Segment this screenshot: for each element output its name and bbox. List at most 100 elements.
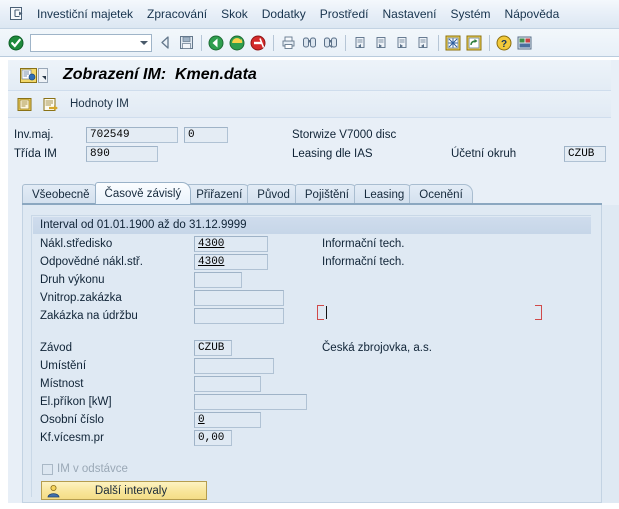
save-icon[interactable] bbox=[176, 33, 196, 53]
maintenance-order-label: Zakázka na údržbu bbox=[40, 310, 138, 322]
exit-icon[interactable] bbox=[227, 33, 247, 53]
room-field[interactable] bbox=[194, 376, 261, 392]
application-toolbar-label[interactable]: Hodnoty IM bbox=[70, 98, 129, 110]
transaction-icon[interactable] bbox=[19, 67, 37, 83]
location-label: Umístění bbox=[40, 360, 87, 372]
time-dependent-form: Interval od 01.01.1900 až do 31.12.9999 … bbox=[31, 215, 591, 500]
menu-label: Zpracování bbox=[147, 6, 208, 21]
internal-order-field[interactable] bbox=[194, 290, 284, 306]
field-value: 4300 bbox=[198, 238, 225, 250]
menu-item-prostredi[interactable]: Prostředí bbox=[313, 5, 376, 24]
menu-item-dodatky[interactable]: Dodatky bbox=[255, 5, 313, 24]
enter-icon[interactable] bbox=[6, 33, 26, 53]
create-session-icon[interactable] bbox=[443, 33, 463, 53]
page-title: Zobrazení IM: Kmen.data bbox=[63, 66, 257, 83]
internal-order-label: Vnitrop.zakázka bbox=[40, 292, 122, 304]
tab-label: Přiřazení bbox=[196, 188, 243, 201]
shift-factor-label: Kf.vícesm.pr bbox=[40, 432, 104, 444]
title-menu-arrow-icon[interactable] bbox=[38, 67, 48, 83]
inv-asset-field[interactable]: 702549 bbox=[86, 127, 178, 143]
back-green-icon[interactable] bbox=[206, 33, 226, 53]
company-code-field[interactable]: CZUB bbox=[564, 146, 606, 162]
asset-description-line2: Leasing dle IAS bbox=[292, 148, 373, 160]
panel-right-margin bbox=[602, 205, 619, 503]
tab-prirazeni[interactable]: Přiřazení bbox=[186, 184, 253, 204]
more-intervals-label: Další intervaly bbox=[94, 484, 168, 497]
personnel-number-field[interactable]: 0 bbox=[194, 412, 261, 428]
customize-local-layout-icon[interactable] bbox=[515, 33, 535, 53]
tab-casove-zavisly[interactable]: Časově závislý bbox=[94, 182, 192, 204]
system-toolbar: ? bbox=[0, 29, 619, 57]
tab-puvod[interactable]: Původ bbox=[247, 184, 300, 204]
interval-group-header: Interval od 01.01.1900 až do 31.12.9999 bbox=[40, 219, 247, 231]
menu-bar: Investiční majetek Zpracování Skok Dodat… bbox=[0, 0, 619, 29]
power-consumption-field[interactable] bbox=[194, 394, 307, 410]
command-field[interactable] bbox=[30, 33, 152, 52]
cost-center-description: Informační tech. bbox=[322, 238, 405, 250]
toolbar-separator bbox=[345, 34, 346, 51]
room-label: Místnost bbox=[40, 378, 84, 390]
create-shortcut-icon[interactable] bbox=[464, 33, 484, 53]
tab-label: Ocenění bbox=[419, 188, 463, 201]
help-icon[interactable]: ? bbox=[494, 33, 514, 53]
asset-description-line1: Storwize V7000 disc bbox=[292, 129, 397, 141]
menu-label: Systém bbox=[450, 6, 491, 21]
cancel-icon[interactable] bbox=[248, 33, 268, 53]
toolbar-separator bbox=[438, 34, 439, 51]
menu-item-nastaveni[interactable]: Nastavení bbox=[375, 5, 443, 24]
tab-vseobecne[interactable]: Všeobecně bbox=[22, 184, 100, 204]
menu-item-napoveda[interactable]: Nápověda bbox=[498, 5, 567, 24]
command-input[interactable] bbox=[31, 34, 135, 50]
tab-oceneni[interactable]: Ocenění bbox=[409, 184, 473, 204]
more-intervals-person-icon bbox=[44, 483, 62, 498]
print-icon[interactable] bbox=[278, 33, 298, 53]
menu-item-investicni-majetek[interactable]: Investiční majetek bbox=[30, 5, 140, 24]
find-next-icon[interactable] bbox=[320, 33, 340, 53]
chevron-down-icon[interactable] bbox=[140, 40, 148, 45]
find-icon[interactable] bbox=[299, 33, 319, 53]
tab-label: Časově závislý bbox=[104, 187, 182, 200]
window-bottom-margin bbox=[0, 503, 619, 509]
field-value: 4300 bbox=[198, 256, 225, 268]
menu-label: Investiční majetek bbox=[37, 6, 134, 21]
tab-strip: Všeobecně Časově závislý Přiřazení Původ… bbox=[22, 181, 602, 204]
inv-subnumber-field[interactable]: 0 bbox=[184, 127, 228, 143]
asset-shutdown-checkbox[interactable] bbox=[42, 464, 53, 475]
menu-item-skok[interactable]: Skok bbox=[214, 5, 255, 24]
tab-label: Pojištění bbox=[304, 188, 349, 201]
last-page-icon[interactable] bbox=[413, 33, 433, 53]
svg-text:?: ? bbox=[501, 39, 507, 50]
back-icon[interactable] bbox=[155, 33, 175, 53]
next-page-icon[interactable] bbox=[392, 33, 412, 53]
menu-label: Dodatky bbox=[261, 6, 306, 21]
asset-class-field[interactable]: 890 bbox=[86, 146, 158, 162]
menu-item-zpracovani[interactable]: Zpracování bbox=[140, 5, 214, 24]
plant-description: Česká zbrojovka, a.s. bbox=[322, 342, 432, 354]
more-intervals-button[interactable]: Další intervaly bbox=[41, 481, 207, 500]
tab-leasing[interactable]: Leasing bbox=[354, 184, 415, 204]
maintenance-order-field[interactable] bbox=[194, 308, 284, 324]
activity-type-label: Druh výkonu bbox=[40, 274, 105, 286]
menu-label: Nápověda bbox=[504, 6, 560, 21]
responsible-cost-center-field[interactable]: 4300 bbox=[194, 254, 268, 270]
menu-item-system[interactable]: Systém bbox=[444, 5, 498, 24]
plant-field[interactable]: CZUB bbox=[194, 340, 232, 356]
cost-center-label: Nákl.středisko bbox=[40, 238, 113, 250]
asset-values-detail-icon[interactable] bbox=[42, 96, 60, 113]
inv-asset-label: Inv.maj. bbox=[14, 129, 54, 141]
tab-pojisteni[interactable]: Pojištění bbox=[294, 184, 359, 204]
window-left-margin bbox=[0, 60, 8, 509]
cost-center-field[interactable]: 4300 bbox=[194, 236, 268, 252]
asset-values-icon[interactable] bbox=[16, 96, 34, 113]
toolbar-separator bbox=[489, 34, 490, 51]
activity-type-field[interactable] bbox=[194, 272, 242, 288]
tab-label: Leasing bbox=[364, 188, 405, 201]
location-field[interactable] bbox=[194, 358, 274, 374]
first-page-icon[interactable] bbox=[350, 33, 370, 53]
personnel-number-label: Osobní číslo bbox=[40, 414, 104, 426]
tab-content-panel: Interval od 01.01.1900 až do 31.12.9999 … bbox=[22, 205, 602, 503]
power-consumption-label: El.příkon [kW] bbox=[40, 396, 112, 408]
previous-page-icon[interactable] bbox=[371, 33, 391, 53]
shift-factor-field[interactable]: 0,00 bbox=[194, 430, 232, 446]
sap-system-menu-icon[interactable] bbox=[4, 3, 30, 25]
